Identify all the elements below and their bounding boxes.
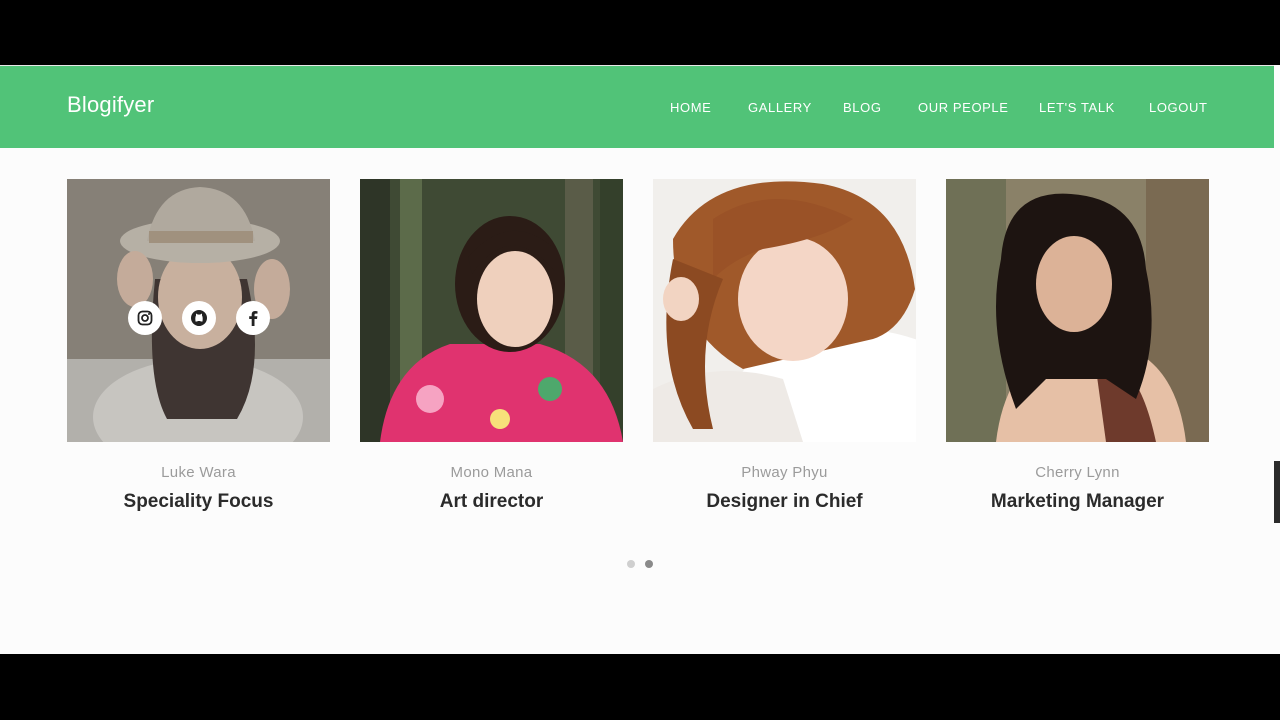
page-viewport: Blogifyer HOME GALLERY BLOG OUR PEOPLE L…: [0, 65, 1280, 654]
instagram-icon: [137, 310, 153, 326]
team-photo[interactable]: [946, 179, 1209, 442]
team-member-name: Luke Wara: [161, 464, 236, 481]
social-links: [67, 301, 330, 335]
team-card[interactable]: Luke Wara Speciality Focus: [67, 179, 330, 513]
carousel-dot-active[interactable]: [645, 560, 653, 568]
brand-logo[interactable]: Blogifyer: [67, 92, 154, 118]
portrait-image: [360, 179, 623, 442]
facebook-button[interactable]: [235, 301, 270, 335]
nav-link-gallery[interactable]: GALLERY: [748, 100, 812, 115]
nav-link-home[interactable]: HOME: [670, 100, 711, 115]
team-member-name: Cherry Lynn: [1035, 464, 1120, 481]
team-member-role: Marketing Manager: [990, 491, 1165, 512]
team-photo[interactable]: [360, 179, 623, 442]
team-card[interactable]: Mono Mana Art director: [360, 179, 623, 513]
nav-link-blog[interactable]: BLOG: [843, 100, 882, 115]
team-member-role: Designer in Chief: [706, 491, 863, 512]
team-photo[interactable]: [67, 179, 330, 442]
scrollbar-thumb[interactable]: [1274, 461, 1280, 523]
team-member-name: Mono Mana: [450, 464, 533, 481]
carousel-pagination: [0, 560, 1280, 568]
github-icon: [190, 309, 208, 327]
team-card[interactable]: Cherry Lynn Marketing Manager: [946, 179, 1209, 513]
github-button[interactable]: [181, 301, 216, 335]
portrait-image: [653, 179, 916, 442]
team-member-role: Speciality Focus: [123, 491, 274, 512]
nav-link-lets-talk[interactable]: LET'S TALK: [1039, 100, 1115, 115]
navbar: Blogifyer HOME GALLERY BLOG OUR PEOPLE L…: [0, 65, 1274, 148]
nav-link-logout[interactable]: LOGOUT: [1149, 100, 1208, 115]
portrait-image: [946, 179, 1209, 442]
team-photo[interactable]: [653, 179, 916, 442]
nav-link-our-people[interactable]: OUR PEOPLE: [918, 100, 1009, 115]
team-card[interactable]: Phway Phyu Designer in Chief: [653, 179, 916, 513]
carousel-dot[interactable]: [627, 560, 635, 568]
team-member-name: Phway Phyu: [741, 464, 828, 481]
facebook-icon: [246, 310, 260, 326]
team-member-role: Art director: [439, 491, 544, 512]
instagram-button[interactable]: [127, 301, 162, 335]
